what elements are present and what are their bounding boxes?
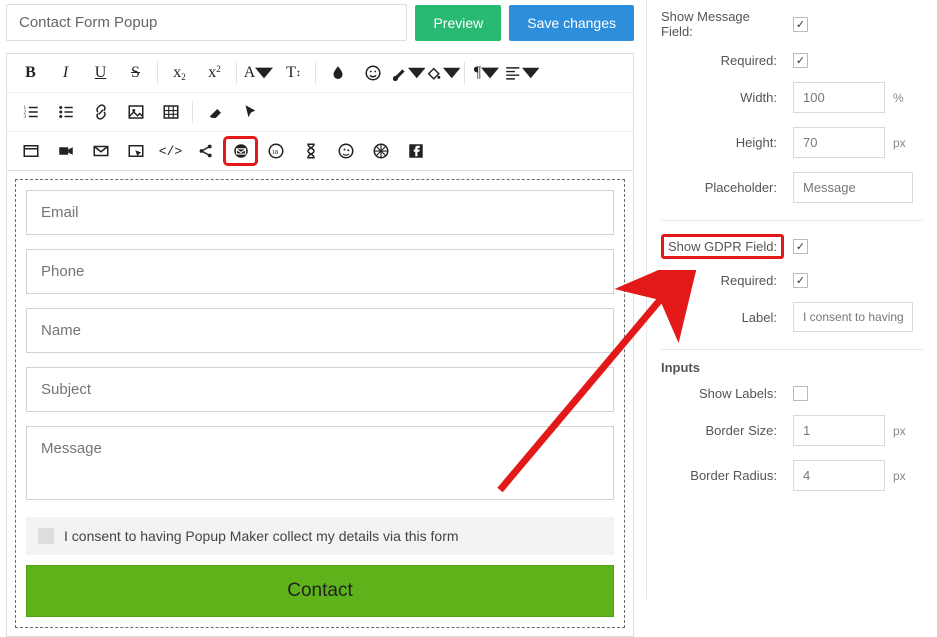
inputs-section-title: Inputs [661,360,923,375]
code-icon[interactable]: </> [153,136,188,166]
link-icon[interactable] [83,97,118,127]
share-icon[interactable] [188,136,223,166]
show-gdpr-checkbox[interactable]: ✓ [793,239,808,254]
eraser-icon[interactable] [197,97,232,127]
gdpr-consent-label: I consent to having Popup Maker collect … [64,528,459,544]
show-message-label: Show Message Field: [661,9,793,39]
unordered-list-icon[interactable] [48,97,83,127]
border-radius-input[interactable] [793,460,885,491]
gdpr-label-label: Label: [661,310,793,325]
phone-field[interactable] [26,249,614,294]
contact-form-icon[interactable] [223,136,258,166]
italic-icon[interactable]: I [48,58,83,88]
msg-required-label: Required: [661,53,793,68]
show-labels-label: Show Labels: [661,386,793,401]
underline-icon[interactable]: U [83,58,118,88]
settings-panel: Show Message Field: ✓ Required: ✓ Width:… [646,0,937,599]
msg-required-checkbox[interactable]: ✓ [793,53,808,68]
unit-percent: % [893,91,904,105]
cursor-icon[interactable] [232,97,267,127]
bold-icon[interactable]: B [13,58,48,88]
font-size-icon[interactable]: T↕ [276,58,311,88]
font-family-icon[interactable]: A [241,58,276,88]
name-field[interactable] [26,308,614,353]
save-button[interactable]: Save changes [509,5,634,41]
msg-placeholder-label: Placeholder: [661,180,793,195]
fill-icon[interactable] [425,58,460,88]
border-radius-label: Border Radius: [661,468,793,483]
settings-wheel-icon[interactable] [363,136,398,166]
msg-placeholder-input[interactable] [793,172,913,203]
border-size-input[interactable] [793,415,885,446]
form-canvas[interactable]: I consent to having Popup Maker collect … [15,179,625,628]
unit-px: px [893,136,906,150]
table-icon[interactable] [153,97,188,127]
image-icon[interactable] [118,97,153,127]
show-labels-checkbox[interactable] [793,386,808,401]
age-restriction-icon[interactable]: 18 [258,136,293,166]
message-field[interactable] [26,426,614,500]
preview-button[interactable]: Preview [415,5,501,41]
pointer-click-icon[interactable] [118,136,153,166]
submit-button[interactable]: Contact [26,565,614,617]
subscript-icon[interactable]: x2 [162,58,197,88]
msg-width-label: Width: [661,90,793,105]
msg-width-input[interactable] [793,82,885,113]
envelope-icon[interactable] [83,136,118,166]
gdpr-required-label: Required: [661,273,793,288]
window-icon[interactable] [13,136,48,166]
hourglass-icon[interactable] [293,136,328,166]
show-message-checkbox[interactable]: ✓ [793,17,808,32]
droplet-icon[interactable] [320,58,355,88]
gdpr-label-input[interactable] [793,302,913,332]
superscript-icon[interactable]: x2 [197,58,232,88]
msg-height-label: Height: [661,135,793,150]
editor-toolbar: B I U S x2 x2 A T↕ ¶ [6,53,634,170]
paragraph-icon[interactable]: ¶ [469,58,504,88]
mailchimp-icon[interactable] [328,136,363,166]
svg-text:3: 3 [23,114,26,120]
ordered-list-icon[interactable]: 123 [13,97,48,127]
msg-height-input[interactable] [793,127,885,158]
video-icon[interactable] [48,136,83,166]
border-size-label: Border Size: [661,423,793,438]
subject-field[interactable] [26,367,614,412]
align-icon[interactable] [504,58,539,88]
email-field[interactable] [26,190,614,235]
strike-icon[interactable]: S [118,58,153,88]
gdpr-required-checkbox[interactable]: ✓ [793,273,808,288]
gdpr-consent-row: I consent to having Popup Maker collect … [26,517,614,555]
emoji-icon[interactable] [355,58,390,88]
popup-title-input[interactable] [6,4,407,41]
gdpr-consent-checkbox[interactable] [38,528,54,544]
facebook-icon[interactable] [398,136,433,166]
top-bar: Preview Save changes [6,4,634,41]
show-gdpr-label: Show GDPR Field: [661,234,784,259]
svg-text:18: 18 [271,149,278,156]
brush-icon[interactable] [390,58,425,88]
